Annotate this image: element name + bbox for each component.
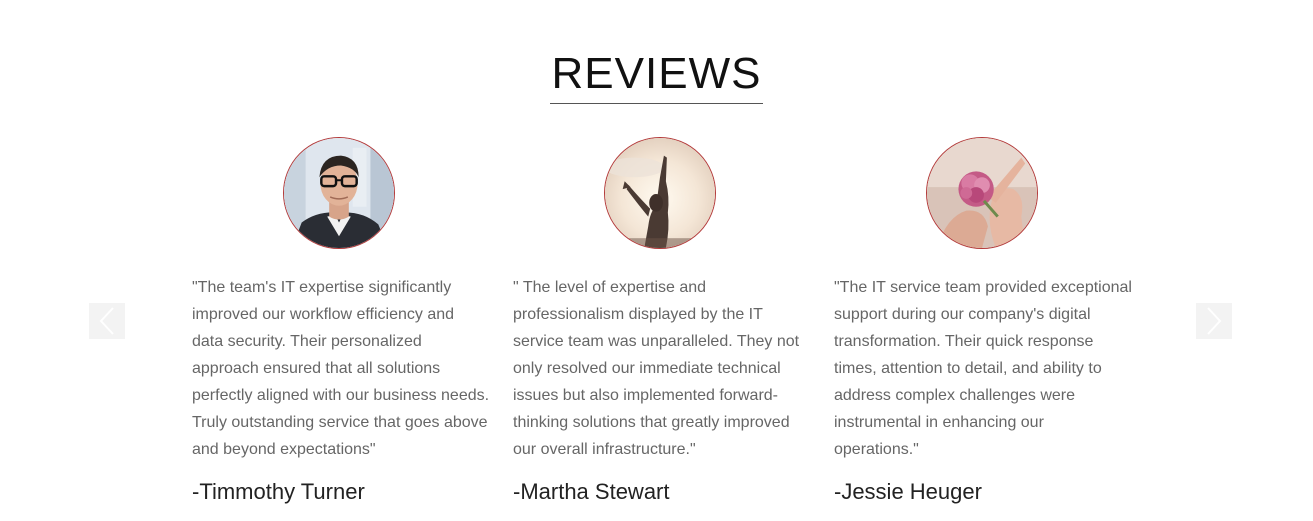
carousel-prev-button[interactable] xyxy=(89,303,125,339)
quote-line: only resolved our immediate technical xyxy=(513,360,781,377)
review-author: -Jessie Heuger xyxy=(834,479,982,504)
quote-line: times, attention to detail, and ability … xyxy=(834,360,1102,377)
quote-line: issues but also implemented forward- xyxy=(513,387,779,404)
quote-line: approach ensured that all solutions xyxy=(192,360,441,377)
chevron-right-icon xyxy=(1207,307,1222,335)
quote-line: address complex challenges were xyxy=(834,387,1076,404)
quote-line: "The IT service team provided exceptiona… xyxy=(834,279,1132,296)
section-header: REVIEWS xyxy=(0,50,1313,104)
carousel-next-button[interactable] xyxy=(1196,303,1232,339)
portrait-image xyxy=(284,138,394,248)
reviewer-avatar xyxy=(926,137,1038,249)
quote-line: data security. Their personalized xyxy=(192,333,422,350)
quote-line: our overall infrastructure." xyxy=(513,441,696,458)
quote-line: and beyond expectations" xyxy=(192,441,376,458)
quote-line: professionalism displayed by the IT xyxy=(513,306,763,323)
reviewer-avatar xyxy=(604,137,716,249)
reviewer-avatar xyxy=(283,137,395,249)
review-author: -Timmothy Turner xyxy=(192,479,365,504)
section-title: REVIEWS xyxy=(549,50,764,104)
quote-line: improved our workflow efficiency and xyxy=(192,306,455,323)
chevron-left-icon xyxy=(99,307,114,335)
quote-line: "The team's IT expertise significantly xyxy=(192,279,452,296)
sunset-silhouette-image xyxy=(605,138,715,248)
quote-line: transformation. Their quick response xyxy=(834,333,1094,350)
quote-line: perfectly aligned with our business need… xyxy=(192,387,490,404)
quote-line: " The level of expertise and xyxy=(513,279,707,296)
flower-in-hand-image xyxy=(927,138,1037,248)
review-quote: " The level of expertise and professiona… xyxy=(513,274,813,463)
quote-line: thinking solutions that greatly improved xyxy=(513,414,790,431)
review-quote: "The IT service team provided exceptiona… xyxy=(834,274,1134,463)
quote-line: service team was unparalleled. They not xyxy=(513,333,800,350)
quote-line: instrumental in enhancing our xyxy=(834,414,1044,431)
review-author: -Martha Stewart xyxy=(513,479,670,504)
quote-line: support during our company's digital xyxy=(834,306,1091,323)
quote-line: operations." xyxy=(834,441,919,458)
quote-line: Truly outstanding service that goes abov… xyxy=(192,414,488,431)
review-quote: "The team's IT expertise significantly i… xyxy=(192,274,492,463)
